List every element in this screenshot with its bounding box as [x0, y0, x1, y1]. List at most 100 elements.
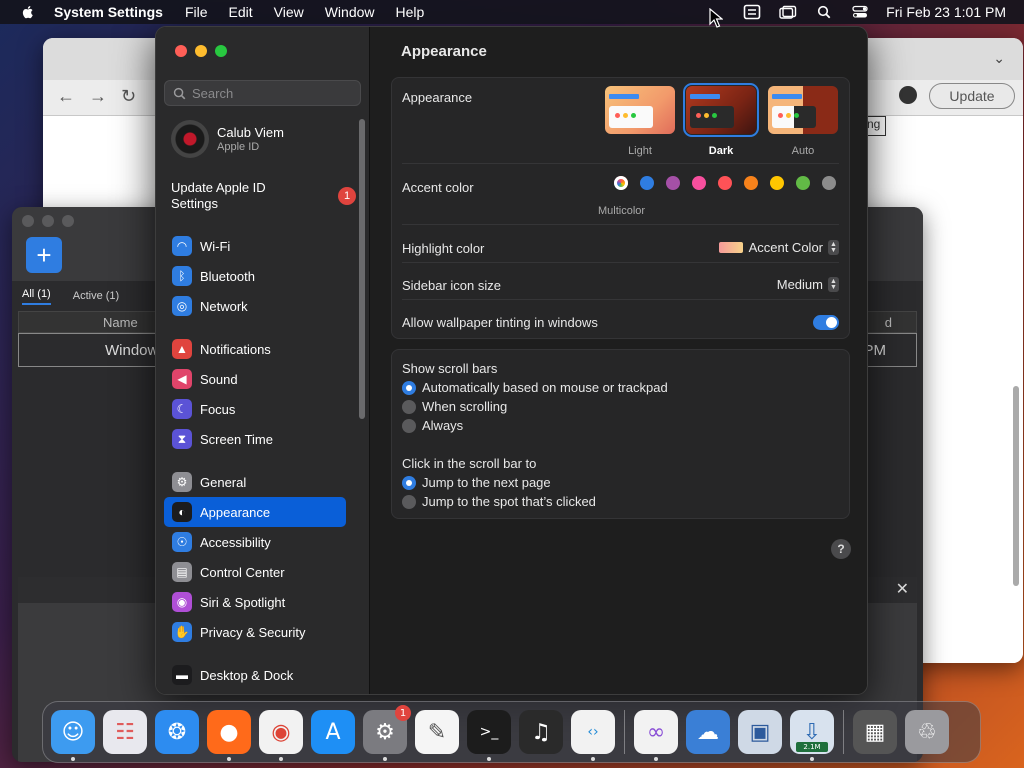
- downloader-icon[interactable]: ⇩ 2.1M: [790, 710, 834, 761]
- safari-icon[interactable]: ❂: [155, 710, 199, 754]
- column-name[interactable]: Name: [103, 315, 138, 330]
- browser-scrollbar[interactable]: [1013, 386, 1019, 586]
- accent-color-swatch[interactable]: [770, 176, 784, 190]
- app-minimize-icon[interactable]: [42, 215, 54, 227]
- highlight-color-popup[interactable]: Accent Color ▲ ▼: [718, 240, 839, 255]
- vscode-icon[interactable]: ‹›: [571, 710, 615, 761]
- sidebar-item-sound[interactable]: ◀ Sound: [164, 364, 346, 394]
- forward-arrow-icon[interactable]: →: [89, 86, 107, 107]
- download-progress-label: 2.1M: [796, 742, 828, 752]
- accent-color-swatch[interactable]: [692, 176, 706, 190]
- app-name-menu[interactable]: System Settings: [54, 4, 163, 20]
- radio-button[interactable]: [402, 399, 416, 414]
- accent-color-swatch[interactable]: [718, 176, 732, 190]
- sidebar-item-screen-time[interactable]: ⧗ Screen Time: [164, 424, 346, 454]
- menu-edit[interactable]: Edit: [229, 4, 253, 20]
- scroll-option-always[interactable]: Always: [402, 418, 463, 433]
- sidebar-icon-size-popup[interactable]: Medium ▲ ▼: [777, 277, 839, 292]
- zoom-window-icon[interactable]: [215, 45, 227, 57]
- back-arrow-icon[interactable]: ←: [57, 86, 75, 107]
- downloads-stack-icon[interactable]: ▦: [853, 710, 897, 754]
- sidebar-item-general[interactable]: ⚙ General: [164, 467, 346, 497]
- sidebar-item-label: Siri & Spotlight: [200, 594, 286, 610]
- close-window-icon[interactable]: [175, 45, 187, 57]
- click-option-spot-clicked[interactable]: Jump to the spot that’s clicked: [402, 494, 596, 509]
- accent-multicolor-swatch[interactable]: [614, 176, 628, 190]
- menu-help[interactable]: Help: [396, 4, 425, 20]
- menu-file[interactable]: File: [185, 4, 208, 20]
- app-store-icon[interactable]: A: [311, 710, 355, 754]
- reload-icon[interactable]: ↻: [121, 86, 136, 107]
- spotlight-search-icon[interactable]: [814, 4, 834, 20]
- scroll-option-when-scrolling[interactable]: When scrolling: [402, 399, 507, 414]
- radio-button[interactable]: [402, 475, 416, 490]
- apple-id-profile[interactable]: Calub Viem Apple ID: [171, 120, 284, 158]
- accent-color-swatch[interactable]: [796, 176, 810, 190]
- wallpaper-tinting-toggle[interactable]: [813, 315, 839, 330]
- help-button[interactable]: ?: [831, 539, 851, 559]
- accent-color-swatch[interactable]: [822, 176, 836, 190]
- visual-studio-icon[interactable]: ∞: [634, 710, 678, 761]
- add-download-icon[interactable]: +: [26, 237, 62, 273]
- chevron-down-icon[interactable]: ⌄: [993, 50, 1005, 67]
- screen-mirror-icon[interactable]: [742, 4, 762, 20]
- column-fragment[interactable]: d: [885, 315, 892, 330]
- sidebar-item-accessibility[interactable]: ☉ Accessibility: [164, 527, 346, 557]
- wifi-icon: ◠: [172, 236, 192, 256]
- sidebar-item-notifications[interactable]: ▲ Notifications: [164, 334, 346, 364]
- system-settings-icon[interactable]: ⚙ 1: [363, 705, 411, 761]
- trash-icon[interactable]: ♲: [905, 710, 949, 754]
- appearance-option-dark[interactable]: Dark: [683, 83, 759, 157]
- accent-color-label: Accent color: [402, 180, 474, 195]
- sidebar-item-network[interactable]: ◎ Network: [164, 291, 346, 321]
- app-close-icon[interactable]: [22, 215, 34, 227]
- sidebar-item-bluetooth[interactable]: ᛒ Bluetooth: [164, 261, 346, 291]
- radio-button[interactable]: [402, 418, 416, 433]
- sidebar-item-label: Desktop & Dock: [200, 667, 294, 683]
- sidebar-scrollbar[interactable]: [359, 119, 365, 419]
- virtualbox-icon[interactable]: ▣: [738, 710, 782, 754]
- dock-glyph: ☷: [115, 719, 135, 745]
- menu-view[interactable]: View: [274, 4, 304, 20]
- appearance-option-light[interactable]: Light: [605, 86, 675, 157]
- sidebar-item-desktop-dock[interactable]: ▬ Desktop & Dock: [164, 660, 346, 690]
- sidebar-item-siri-spotlight[interactable]: ◉ Siri & Spotlight: [164, 587, 346, 617]
- sidebar-item-privacy-security[interactable]: ✋ Privacy & Security: [164, 617, 346, 647]
- finder-icon[interactable]: ☺: [51, 710, 95, 761]
- launchpad-icon[interactable]: ☷: [103, 710, 147, 754]
- sidebar-item-focus[interactable]: ☾ Focus: [164, 394, 346, 424]
- sidebar-item-wi-fi[interactable]: ◠ Wi-Fi: [164, 231, 346, 261]
- terminal-icon[interactable]: >_: [467, 710, 511, 761]
- control-center-menubar-icon[interactable]: [850, 4, 870, 20]
- appearance-option-auto[interactable]: Auto: [768, 86, 838, 157]
- scroll-option-automatic[interactable]: Automatically based on mouse or trackpad: [402, 380, 668, 395]
- sidebar-item-appearance[interactable]: ◐ Appearance: [164, 497, 346, 527]
- tab-all[interactable]: All (1): [22, 288, 51, 305]
- textedit-icon[interactable]: ✎: [415, 710, 459, 754]
- radio-button[interactable]: [402, 380, 416, 395]
- browser-update-button[interactable]: Update: [929, 83, 1015, 109]
- click-option-next-page[interactable]: Jump to the next page: [402, 475, 551, 490]
- stage-manager-icon[interactable]: [778, 4, 798, 20]
- search-input[interactable]: [192, 85, 352, 101]
- sidebar-search[interactable]: [164, 80, 361, 106]
- dock-glyph: ▦: [864, 719, 886, 745]
- apple-menu-icon[interactable]: [20, 4, 36, 20]
- menu-window[interactable]: Window: [325, 4, 375, 20]
- weather-icon[interactable]: ☁: [686, 710, 730, 754]
- browser-profile-icon[interactable]: [899, 86, 917, 104]
- chrome-icon[interactable]: ◉: [259, 710, 303, 761]
- tab-active[interactable]: Active (1): [73, 290, 119, 302]
- close-icon[interactable]: ✕: [896, 579, 909, 599]
- menubar-clock[interactable]: Fri Feb 23 1:01 PM: [886, 4, 1006, 20]
- update-apple-id-settings[interactable]: Update Apple ID Settings 1: [171, 180, 356, 212]
- sidebar-item-control-center[interactable]: ▤ Control Center: [164, 557, 346, 587]
- minimize-window-icon[interactable]: [195, 45, 207, 57]
- radio-button[interactable]: [402, 494, 416, 509]
- firefox-icon[interactable]: ●: [207, 710, 251, 761]
- accent-color-swatch[interactable]: [640, 176, 654, 190]
- accent-color-swatch[interactable]: [744, 176, 758, 190]
- app-zoom-icon[interactable]: [62, 215, 74, 227]
- garageband-icon[interactable]: ♫: [519, 710, 563, 754]
- accent-color-swatch[interactable]: [666, 176, 680, 190]
